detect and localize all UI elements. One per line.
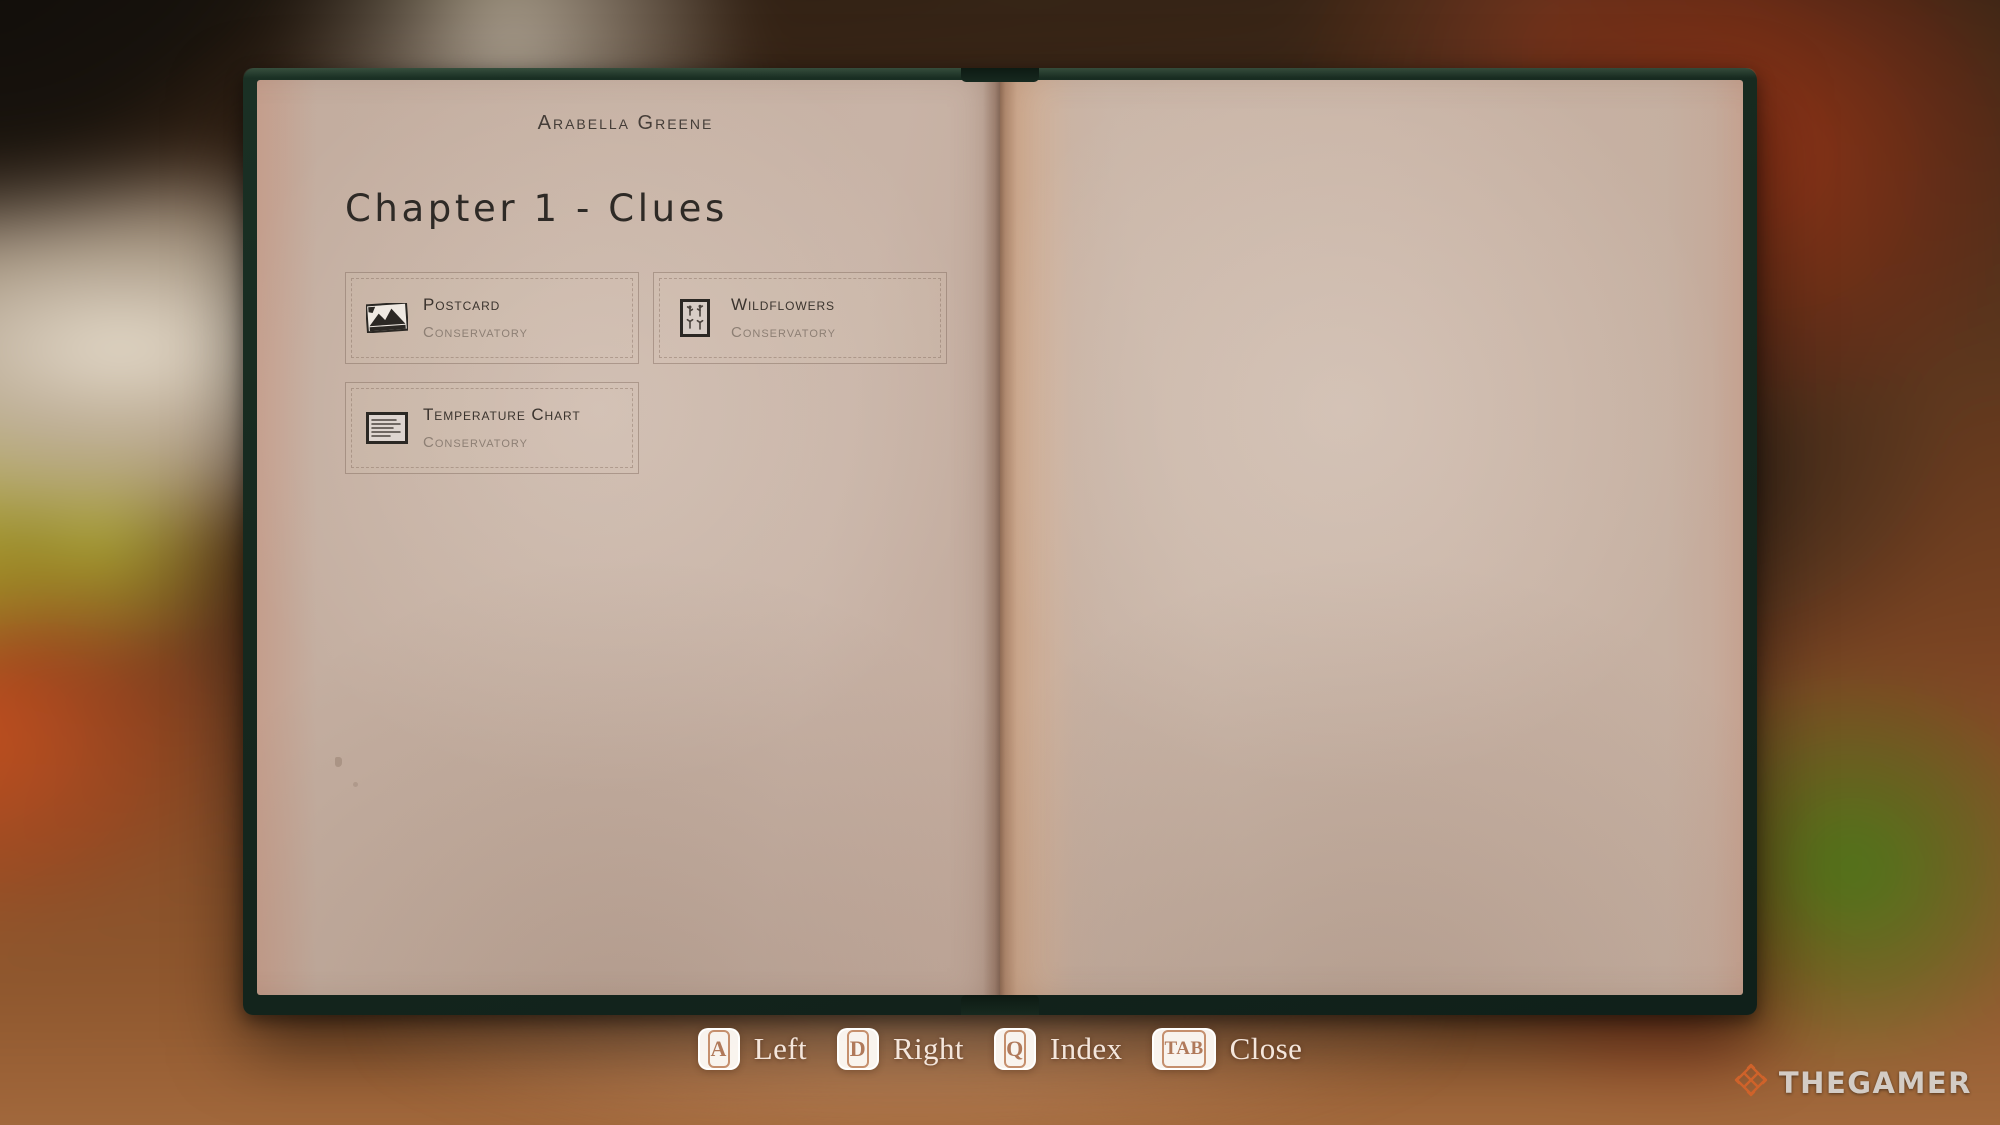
keycap-label: D (846, 1030, 869, 1068)
journal-book: Arabella Greene Chapter 1 - Clues Postca… (243, 68, 1757, 1015)
clue-text-group: Wildflowers Conservatory (731, 295, 836, 341)
clue-card-temperature-chart[interactable]: Temperature Chart Conservatory (345, 382, 639, 474)
clue-card-wildflowers[interactable]: Wildflowers Conservatory (653, 272, 947, 364)
journal-left-page: Arabella Greene Chapter 1 - Clues Postca… (257, 80, 1000, 995)
journal-right-page (1000, 80, 1743, 995)
wildflowers-framed-icon (673, 299, 717, 337)
temperature-chart-document-icon (365, 409, 409, 447)
page-smudge-mark (335, 757, 342, 767)
clue-text-group: Postcard Conservatory (423, 295, 528, 341)
prompt-left[interactable]: A Left (697, 1028, 807, 1070)
watermark: THEGAMER (1733, 1062, 1972, 1103)
keycap-q[interactable]: Q (993, 1028, 1036, 1070)
clue-title: Temperature Chart (423, 405, 581, 424)
prompt-right[interactable]: D Right (836, 1028, 964, 1070)
journal-author-name: Arabella Greene (537, 112, 714, 134)
page-smudge-mark (353, 782, 358, 787)
prompt-close[interactable]: TAB Close (1152, 1028, 1302, 1070)
postcard-landscape-icon (365, 299, 409, 337)
clue-location: Conservatory (423, 324, 528, 341)
prompt-label-close: Close (1229, 1031, 1303, 1066)
clue-title: Postcard (423, 295, 501, 314)
prompt-label-right: Right (892, 1031, 964, 1066)
clue-location: Conservatory (731, 324, 836, 341)
prompt-label-index: Index (1049, 1031, 1123, 1066)
prompt-index[interactable]: Q Index (993, 1028, 1123, 1070)
clue-title: Wildflowers (731, 295, 835, 314)
quatrefoil-knot-logo (1733, 1062, 1769, 1103)
book-spine-top-cap (961, 68, 1039, 82)
keycap-tab[interactable]: TAB (1152, 1028, 1216, 1070)
watermark-text: THEGAMER (1778, 1065, 1972, 1100)
prompt-label-left: Left (753, 1031, 807, 1066)
keycap-label: A (707, 1030, 730, 1068)
keycap-d[interactable]: D (836, 1028, 879, 1070)
keycap-label: TAB (1162, 1030, 1206, 1068)
clue-location: Conservatory (423, 434, 528, 451)
book-spine-bottom-cap (961, 995, 1039, 1015)
keycap-label: Q (1003, 1030, 1026, 1068)
chapter-title: Chapter 1 - Clues (345, 187, 728, 230)
left-page-content: Arabella Greene Chapter 1 - Clues Postca… (257, 80, 1000, 995)
clue-text-group: Temperature Chart Conservatory (423, 405, 581, 451)
game-screen: Arabella Greene Chapter 1 - Clues Postca… (0, 0, 2000, 1125)
right-page-content (1000, 80, 1743, 160)
clue-list: Postcard Conservatory Wildflowers Conser… (345, 272, 965, 474)
keycap-a[interactable]: A (697, 1028, 740, 1070)
clue-card-postcard[interactable]: Postcard Conservatory (345, 272, 639, 364)
input-prompt-bar: A Left D Right Q Index TAB Close (0, 1028, 2000, 1070)
